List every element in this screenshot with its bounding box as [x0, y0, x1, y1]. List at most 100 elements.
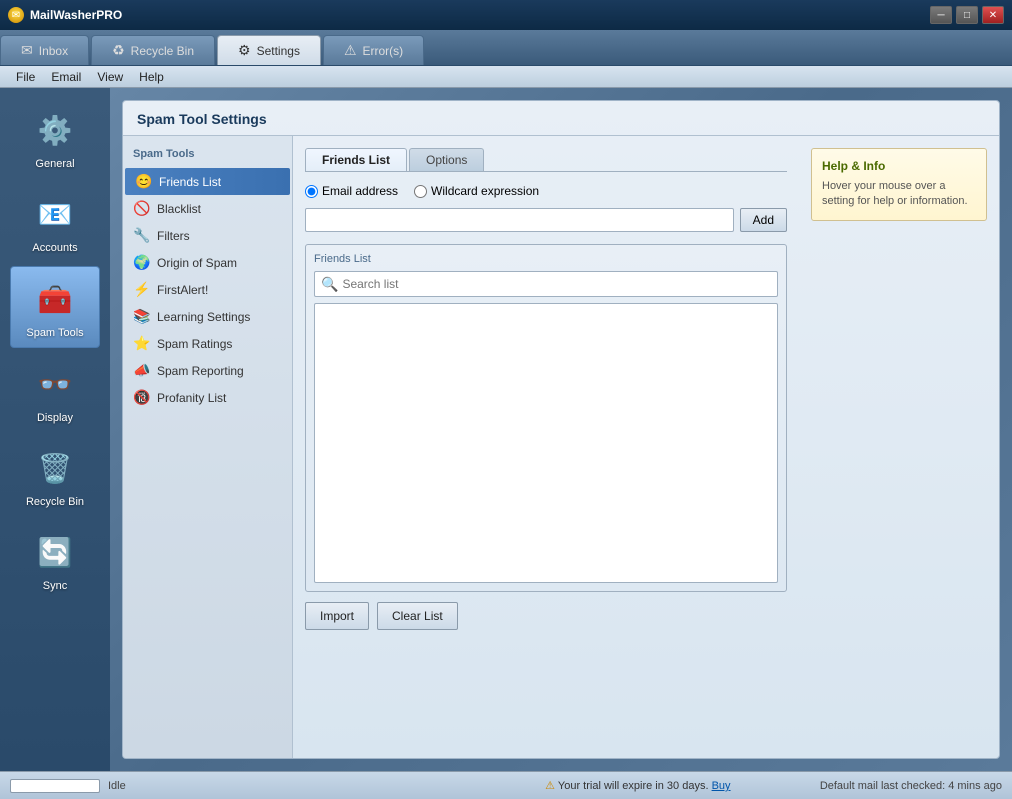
import-button[interactable]: Import — [305, 602, 369, 630]
status-bar: Idle ⚠ Your trial will expire in 30 days… — [0, 771, 1012, 799]
nav-item-firstalert[interactable]: ⚡ FirstAlert! — [123, 276, 292, 303]
radio-wildcard-input[interactable] — [414, 185, 427, 198]
settings-main: Friends List Options Email address Wildc… — [293, 136, 799, 758]
learning-settings-icon: 📚 — [133, 308, 151, 325]
tab-friends-list[interactable]: Friends List — [305, 148, 407, 171]
tab-recycle-bin[interactable]: ♻ Recycle Bin — [91, 35, 215, 65]
general-icon: ⚙️ — [31, 106, 79, 154]
sidebar-general-label: General — [35, 158, 74, 170]
error-icon: ⚠ — [344, 42, 357, 59]
menu-file[interactable]: File — [8, 69, 43, 85]
progress-bar — [10, 779, 100, 793]
menu-view[interactable]: View — [89, 69, 131, 85]
nav-item-filters[interactable]: 🔧 Filters — [123, 222, 292, 249]
help-text: Hover your mouse over a setting for help… — [822, 179, 976, 210]
sidebar-display-label: Display — [37, 412, 73, 424]
sidebar-item-display[interactable]: 👓 Display — [10, 352, 100, 432]
nav-learning-label: Learning Settings — [157, 310, 250, 324]
minimize-button[interactable]: ─ — [930, 6, 952, 24]
nav-item-spam-reporting[interactable]: 📣 Spam Reporting — [123, 357, 292, 384]
profanity-list-icon: 🔞 — [133, 389, 151, 406]
display-icon: 👓 — [31, 360, 79, 408]
button-row: Import Clear List — [305, 602, 787, 630]
nav-firstalert-label: FirstAlert! — [157, 283, 208, 297]
nav-friends-list-label: Friends List — [159, 175, 221, 189]
email-input-row: Add — [305, 208, 787, 232]
search-input[interactable] — [342, 277, 771, 291]
help-box: Help & Info Hover your mouse over a sett… — [811, 148, 987, 221]
nav-item-friends-list[interactable]: 😊 Friends List — [125, 168, 290, 195]
sidebar: ⚙️ General 📧 Accounts 🧰 Spam Tools 👓 Dis… — [0, 88, 110, 771]
accounts-icon: 📧 — [31, 190, 79, 238]
spam-tools-nav: Spam Tools 😊 Friends List 🚫 Blacklist 🔧 … — [123, 136, 293, 758]
tab-inbox[interactable]: ✉ Inbox — [0, 35, 89, 65]
trial-notice: ⚠ Your trial will expire in 30 days. Buy — [464, 779, 812, 792]
search-row: 🔍 — [314, 271, 778, 297]
nav-item-origin-of-spam[interactable]: 🌍 Origin of Spam — [123, 249, 292, 276]
sidebar-item-recycle-bin[interactable]: 🗑️ Recycle Bin — [10, 436, 100, 516]
trial-text: Your trial will expire in 30 days. — [558, 780, 709, 792]
friends-list-area — [314, 303, 778, 583]
friends-list-box: Friends List 🔍 — [305, 244, 787, 592]
sidebar-item-accounts[interactable]: 📧 Accounts — [10, 182, 100, 262]
nav-item-spam-ratings[interactable]: ⭐ Spam Ratings — [123, 330, 292, 357]
spam-tools-icon: 🧰 — [31, 275, 79, 323]
nav-item-blacklist[interactable]: 🚫 Blacklist — [123, 195, 292, 222]
clear-list-button[interactable]: Clear List — [377, 602, 458, 630]
settings-icon: ⚙ — [238, 42, 251, 59]
add-button[interactable]: Add — [740, 208, 787, 232]
close-button[interactable]: ✕ — [982, 6, 1004, 24]
nav-origin-label: Origin of Spam — [157, 256, 237, 270]
sidebar-item-general[interactable]: ⚙️ General — [10, 98, 100, 178]
filters-icon: 🔧 — [133, 227, 151, 244]
radio-wildcard[interactable]: Wildcard expression — [414, 184, 539, 198]
radio-group: Email address Wildcard expression — [305, 184, 787, 198]
radio-email-label: Email address — [322, 184, 398, 198]
settings-header: Spam Tool Settings — [123, 101, 999, 136]
radio-email-input[interactable] — [305, 185, 318, 198]
nav-filters-label: Filters — [157, 229, 190, 243]
recycle-icon: ♻ — [112, 42, 125, 59]
radio-wildcard-label: Wildcard expression — [431, 184, 539, 198]
trial-icon: ⚠ — [545, 780, 555, 792]
sidebar-accounts-label: Accounts — [32, 242, 77, 254]
nav-item-profanity-list[interactable]: 🔞 Profanity List — [123, 384, 292, 411]
radio-email-address[interactable]: Email address — [305, 184, 398, 198]
sidebar-item-spam-tools[interactable]: 🧰 Spam Tools — [10, 266, 100, 348]
nav-item-learning-settings[interactable]: 📚 Learning Settings — [123, 303, 292, 330]
inbox-icon: ✉ — [21, 42, 33, 59]
tab-inbox-label: Inbox — [39, 44, 68, 58]
status-text: Idle — [108, 780, 456, 792]
maximize-button[interactable]: □ — [956, 6, 978, 24]
main-content: ⚙️ General 📧 Accounts 🧰 Spam Tools 👓 Dis… — [0, 88, 1012, 771]
nav-profanity-label: Profanity List — [157, 391, 226, 405]
nav-spam-ratings-label: Spam Ratings — [157, 337, 232, 351]
app-icon: ✉ — [8, 7, 24, 23]
sidebar-item-sync[interactable]: 🔄 Sync — [10, 520, 100, 600]
sidebar-sync-label: Sync — [43, 580, 67, 592]
buy-link[interactable]: Buy — [712, 780, 731, 792]
nav-section-label: Spam Tools — [123, 144, 292, 164]
blacklist-icon: 🚫 — [133, 200, 151, 217]
menu-email[interactable]: Email — [43, 69, 89, 85]
tab-bar: ✉ Inbox ♻ Recycle Bin ⚙ Settings ⚠ Error… — [0, 30, 1012, 66]
tab-options[interactable]: Options — [409, 148, 484, 171]
email-field[interactable] — [305, 208, 734, 232]
nav-spam-reporting-label: Spam Reporting — [157, 364, 244, 378]
friends-list-label: Friends List — [314, 253, 778, 265]
sidebar-spam-label: Spam Tools — [26, 327, 83, 339]
tab-settings[interactable]: ⚙ Settings — [217, 35, 321, 65]
settings-title: Spam Tool Settings — [137, 111, 267, 127]
settings-body: Spam Tools 😊 Friends List 🚫 Blacklist 🔧 … — [123, 136, 999, 758]
tab-errors[interactable]: ⚠ Error(s) — [323, 35, 424, 65]
origin-of-spam-icon: 🌍 — [133, 254, 151, 271]
tab-recycle-label: Recycle Bin — [131, 44, 194, 58]
help-title: Help & Info — [822, 159, 976, 173]
menu-help[interactable]: Help — [131, 69, 172, 85]
settings-panel: Spam Tool Settings Spam Tools 😊 Friends … — [122, 100, 1000, 759]
spam-ratings-icon: ⭐ — [133, 335, 151, 352]
window-controls: ─ □ ✕ — [930, 6, 1004, 24]
help-panel: Help & Info Hover your mouse over a sett… — [799, 136, 999, 758]
inner-tabs: Friends List Options — [305, 148, 787, 172]
content-panel: Spam Tool Settings Spam Tools 😊 Friends … — [110, 88, 1012, 771]
